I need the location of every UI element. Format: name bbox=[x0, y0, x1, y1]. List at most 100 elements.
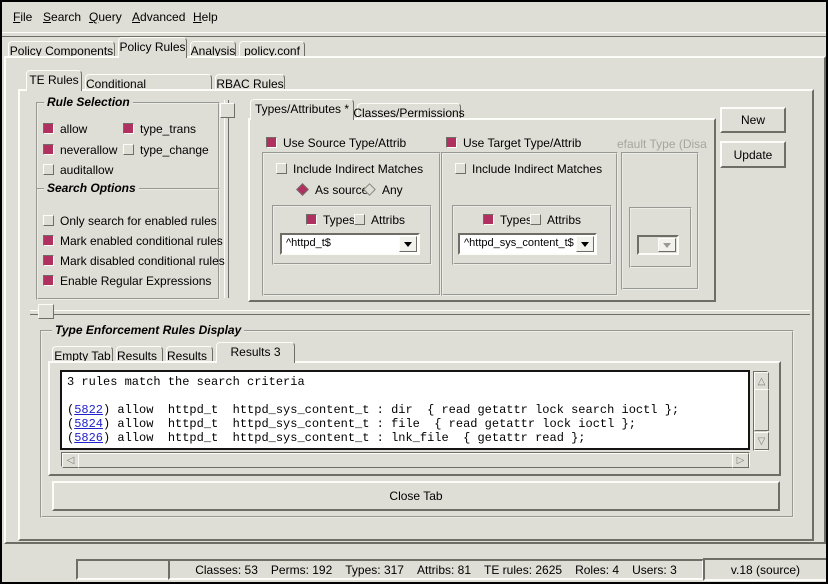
checkbox-icon bbox=[43, 235, 54, 246]
tab-conditional-expressions[interactable]: Conditional Expressions bbox=[85, 74, 212, 89]
stat-te-rules: TE rules: 2625 bbox=[484, 563, 562, 577]
dropdown-arrow-icon[interactable] bbox=[576, 236, 594, 252]
check-regex[interactable]: Enable Regular Expressions bbox=[43, 274, 211, 287]
radio-icon bbox=[363, 183, 376, 196]
menu-help[interactable]: Help bbox=[193, 10, 218, 24]
check-type-change[interactable]: type_change bbox=[123, 143, 209, 156]
checkbox-icon bbox=[43, 275, 54, 286]
default-type-combobox bbox=[637, 235, 679, 255]
result-rule-line: (5826) allow httpd_t httpd_sys_content_t… bbox=[67, 431, 748, 445]
policy-version: v.18 (source) bbox=[731, 563, 800, 577]
vertical-sash-grip[interactable] bbox=[220, 103, 235, 118]
tab-empty-tab[interactable]: Empty Tab bbox=[52, 346, 113, 361]
source-type-value: ^httpd_t$ bbox=[286, 237, 331, 249]
stat-classes: Classes: 53 bbox=[195, 563, 258, 577]
checkbox-icon bbox=[276, 163, 287, 174]
new-button[interactable]: New bbox=[720, 107, 786, 133]
menu-advanced[interactable]: Advanced bbox=[132, 10, 185, 24]
check-use-source[interactable]: Use Source Type/Attrib bbox=[266, 136, 406, 149]
menu-query[interactable]: Query bbox=[89, 10, 122, 24]
target-type-combobox[interactable]: ^httpd_sys_content_t$ bbox=[458, 233, 597, 255]
checkbox-icon bbox=[43, 164, 54, 175]
tab-te-rules[interactable]: TE Rules bbox=[26, 70, 82, 91]
check-mark-enabled-cond[interactable]: Mark enabled conditional rules bbox=[43, 234, 223, 247]
horizontal-sash-grip[interactable] bbox=[38, 304, 54, 319]
tab-policy-conf[interactable]: policy.conf bbox=[239, 41, 305, 56]
te-rules-display-title: Type Enforcement Rules Display bbox=[52, 323, 244, 337]
results-summary: 3 rules match the search criteria bbox=[67, 375, 748, 389]
check-source-indirect[interactable]: Include Indirect Matches bbox=[276, 162, 423, 175]
results-vertical-scrollbar[interactable]: △ ▽ bbox=[753, 371, 768, 451]
check-mark-disabled-cond[interactable]: Mark disabled conditional rules bbox=[43, 254, 225, 267]
results-text-area[interactable]: 3 rules match the search criteria (5822)… bbox=[60, 370, 750, 450]
check-auditallow[interactable]: auditallow bbox=[43, 163, 113, 176]
tab-policy-components[interactable]: Policy Components bbox=[8, 41, 115, 56]
dropdown-arrow-icon bbox=[658, 238, 676, 252]
search-options-title: Search Options bbox=[44, 181, 139, 195]
tab-results-3[interactable]: Results 3 bbox=[216, 342, 295, 363]
radio-as-source[interactable]: As source bbox=[296, 183, 368, 196]
target-type-value: ^httpd_sys_content_t$ bbox=[464, 237, 574, 249]
check-target-indirect[interactable]: Include Indirect Matches bbox=[455, 162, 602, 175]
menu-search[interactable]: Search bbox=[43, 10, 81, 24]
apol-window: File Search Query Advanced Help Policy C… bbox=[0, 0, 828, 584]
menu-file[interactable]: File bbox=[13, 10, 32, 24]
rule-id-link[interactable]: 5826 bbox=[74, 431, 103, 445]
stat-users: Users: 3 bbox=[632, 563, 677, 577]
horizontal-scroll-thumb[interactable] bbox=[78, 453, 734, 468]
checkbox-icon bbox=[455, 163, 466, 174]
scroll-right-icon[interactable]: ▷ bbox=[732, 453, 749, 468]
checkbox-icon bbox=[43, 144, 54, 155]
check-allow[interactable]: allow bbox=[43, 122, 87, 135]
check-source-attribs[interactable]: Attribs bbox=[354, 213, 405, 226]
update-button[interactable]: Update bbox=[720, 141, 786, 168]
vertical-scroll-thumb[interactable] bbox=[754, 389, 769, 431]
dropdown-arrow-icon[interactable] bbox=[399, 236, 417, 252]
scroll-left-icon[interactable]: ◁ bbox=[62, 453, 79, 468]
scroll-up-icon[interactable]: △ bbox=[754, 372, 769, 390]
checkbox-icon bbox=[446, 137, 457, 148]
check-type-trans[interactable]: type_trans bbox=[123, 122, 196, 135]
scroll-down-icon[interactable]: ▽ bbox=[754, 432, 769, 450]
radio-any[interactable]: Any bbox=[363, 183, 403, 196]
default-type-label: efault Type (Disa bbox=[617, 137, 711, 151]
close-tab-button[interactable]: Close Tab bbox=[52, 481, 780, 511]
tab-results-1[interactable]: Results 1 bbox=[116, 346, 163, 361]
tab-classes-permissions[interactable]: Classes/Permissions bbox=[357, 103, 461, 118]
tab-rbac-rules[interactable]: RBAC Rules bbox=[215, 74, 285, 89]
vertical-sash[interactable] bbox=[224, 100, 229, 298]
checkbox-icon bbox=[43, 215, 54, 226]
check-target-types[interactable]: Types bbox=[483, 213, 532, 226]
checkbox-icon bbox=[266, 137, 277, 148]
stat-types: Types: 317 bbox=[345, 563, 404, 577]
checkbox-icon bbox=[530, 214, 541, 225]
checkbox-icon bbox=[354, 214, 365, 225]
stat-roles: Roles: 4 bbox=[575, 563, 619, 577]
tab-analysis[interactable]: Analysis bbox=[190, 41, 236, 56]
horizontal-sash[interactable] bbox=[30, 310, 810, 315]
tab-results-2[interactable]: Results 2 bbox=[166, 346, 213, 361]
result-rule-line: (5822) allow httpd_t httpd_sys_content_t… bbox=[67, 403, 748, 417]
tab-types-attributes[interactable]: Types/Attributes * bbox=[250, 99, 354, 120]
checkbox-icon bbox=[306, 214, 317, 225]
menu-bar: File Search Query Advanced Help bbox=[2, 2, 826, 32]
status-stats-panel: Classes: 53 Perms: 192 Types: 317 Attrib… bbox=[168, 559, 704, 580]
check-only-enabled[interactable]: Only search for enabled rules bbox=[43, 214, 217, 227]
stat-attribs: Attribs: 81 bbox=[417, 563, 471, 577]
tab-policy-rules[interactable]: Policy Rules bbox=[118, 37, 187, 58]
rule-id-link[interactable]: 5822 bbox=[74, 403, 103, 417]
check-neverallow[interactable]: neverallow bbox=[43, 143, 117, 156]
checkbox-icon bbox=[43, 123, 54, 134]
checkbox-icon bbox=[123, 123, 134, 134]
status-progress-panel bbox=[76, 559, 170, 580]
checkbox-icon bbox=[43, 255, 54, 266]
radio-icon bbox=[296, 183, 309, 196]
check-source-types[interactable]: Types bbox=[306, 213, 355, 226]
results-horizontal-scrollbar[interactable]: ◁ ▷ bbox=[61, 452, 750, 467]
checkbox-icon bbox=[123, 144, 134, 155]
check-target-attribs[interactable]: Attribs bbox=[530, 213, 581, 226]
check-use-target[interactable]: Use Target Type/Attrib bbox=[446, 136, 581, 149]
rule-id-link[interactable]: 5824 bbox=[74, 417, 103, 431]
source-type-combobox[interactable]: ^httpd_t$ bbox=[280, 233, 420, 255]
rule-selection-title: Rule Selection bbox=[44, 95, 133, 109]
